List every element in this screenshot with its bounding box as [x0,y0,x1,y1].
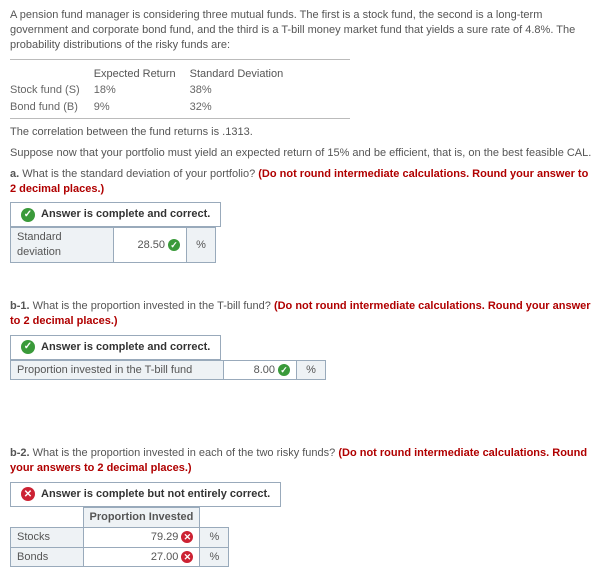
banner-text: Answer is complete and correct. [41,340,210,355]
th-blank [10,66,94,83]
col-header: Proportion Invested [83,507,200,527]
answer-label: Standard deviation [11,228,114,263]
row-return: 9% [94,99,190,116]
x-icon: ✕ [181,551,193,563]
answer-unit: % [200,547,229,567]
answer-value-cell: 8.00✓ [224,360,297,380]
check-icon: ✓ [278,364,290,376]
row-label: Stocks [11,527,84,547]
banner-correct: ✓ Answer is complete and correct. [10,202,221,227]
question-b2: b-2. What is the proportion invested in … [10,446,593,476]
q-prefix: b-2. [10,447,30,459]
answer-label: Proportion invested in the T-bill fund [11,360,224,380]
row-sd: 32% [190,99,298,116]
x-icon: ✕ [21,487,35,501]
row-return: 18% [94,82,190,99]
answer-value: 27.00 [151,551,179,563]
answer-value: 28.50 [137,239,165,251]
x-icon: ✕ [181,531,193,543]
question-b1: b-1. What is the proportion invested in … [10,299,593,329]
table-row: Stocks 79.29✕ % [11,527,229,547]
answer-unit: % [200,527,229,547]
banner-partial: ✕ Answer is complete but not entirely co… [10,482,281,507]
answer-table-a: Standard deviation 28.50✓ % [10,227,216,263]
q-text: What is the proportion invested in the T… [30,300,274,312]
answer-unit: % [297,360,326,380]
row-label: Stock fund (S) [10,82,94,99]
table-row: Bonds 27.00✕ % [11,547,229,567]
banner-text: Answer is complete but not entirely corr… [41,487,270,502]
answer-value-cell: 27.00✕ [83,547,200,567]
table-row: Bond fund (B) 9% 32% [10,99,297,116]
answer-table-b2: Proportion Invested Stocks 79.29✕ % Bond… [10,507,229,568]
answer-value: 79.29 [151,531,179,543]
th-expected-return: Expected Return [94,66,190,83]
question-a: a. What is the standard deviation of you… [10,167,593,197]
check-icon: ✓ [21,208,35,222]
setup-text: Suppose now that your portfolio must yie… [10,146,593,161]
problem-intro: A pension fund manager is considering th… [10,8,593,53]
correlation-text: The correlation between the fund returns… [10,125,593,140]
q-prefix: a. [10,168,19,180]
th-standard-deviation: Standard Deviation [190,66,298,83]
check-icon: ✓ [168,239,180,251]
q-text: What is the proportion invested in each … [30,447,339,459]
q-prefix: b-1. [10,300,30,312]
q-text: What is the standard deviation of your p… [19,168,258,180]
row-label: Bonds [11,547,84,567]
table-row: Stock fund (S) 18% 38% [10,82,297,99]
answer-value-cell: 28.50✓ [114,228,187,263]
answer-value-cell: 79.29✕ [83,527,200,547]
banner-correct: ✓ Answer is complete and correct. [10,335,221,360]
banner-text: Answer is complete and correct. [41,207,210,222]
answer-table-b1: Proportion invested in the T-bill fund 8… [10,360,326,381]
row-sd: 38% [190,82,298,99]
answer-unit: % [187,228,216,263]
check-icon: ✓ [21,340,35,354]
answer-value: 8.00 [254,364,275,376]
given-table: Expected Return Standard Deviation Stock… [10,66,297,117]
row-label: Bond fund (B) [10,99,94,116]
divider [10,118,350,119]
divider [10,59,350,60]
